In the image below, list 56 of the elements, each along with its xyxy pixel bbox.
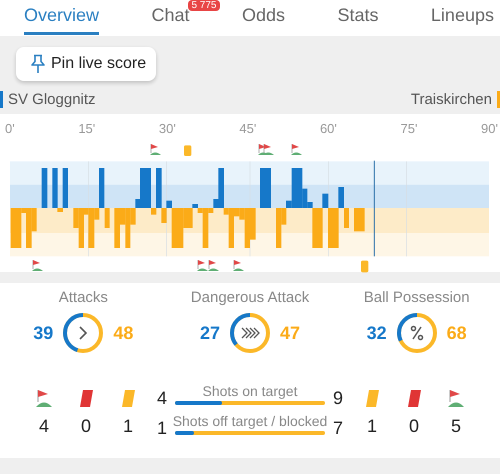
away-shots-value: 9 [332,388,344,410]
home-stat-value: 39 [33,322,54,344]
minute-label: 15' [78,121,96,138]
home-event-count: 4 [38,416,50,436]
away-stat-value: 68 [446,322,467,344]
booking-card-icon [366,390,378,407]
minute-label: 60' [320,121,337,138]
tab[interactable]: Stats [337,0,378,35]
unread-badge: 5 775 [188,0,220,11]
booking-card-icon [122,390,134,407]
tab[interactable]: Lineups [430,0,494,35]
away-team-name: Traiskirchen [410,91,500,108]
home-shots-value: 4 [156,388,168,410]
percent-ring-icon [394,311,439,355]
corner-flag-icon [291,144,302,155]
home-event-count: 1 [122,416,134,436]
shots-label: Shots on target [202,383,298,399]
pin-live-score-button[interactable]: Pin live score [16,47,156,81]
home-event-count: 0 [80,416,92,436]
away-stat-value: 47 [280,322,300,344]
stat-label: Attacks [58,289,108,306]
chevron-ring-icon [61,311,106,355]
sending-off-card-icon [80,390,92,407]
tab[interactable]: Overview [24,0,100,35]
home-stat-value: 32 [366,322,387,344]
minute-label: 90' [481,121,498,138]
away-event-count: 1 [366,416,378,436]
away-event-count: 0 [408,416,420,436]
corner-flag-icon [197,260,208,271]
booking-card-icon [184,145,192,156]
booking-card-icon [361,260,368,272]
minute-label: 45' [239,121,256,138]
corner-flag-icon [263,144,274,155]
corner-flag-icon [448,390,464,407]
away-event-count: 5 [450,416,462,436]
minute-label: 75' [400,121,418,138]
away-shots-value: 7 [332,418,344,440]
corner-flag-icon [36,390,52,407]
stat-label: Ball Possession [364,289,470,306]
minute-label: 0' [5,121,15,138]
corner-flag-icon [32,260,43,271]
home-stat-value: 27 [200,322,220,344]
home-team-name: SV Gloggnitz [0,91,96,108]
home-shots-value: 1 [156,418,168,440]
corner-flag-icon [150,144,161,155]
away-stat-value: 48 [113,322,134,344]
sending-off-card-icon [408,390,420,407]
pin-icon [30,54,46,74]
corner-flag-icon [233,260,244,271]
corner-flag-icon [208,260,219,271]
shots-label: Shots off target / blocked [172,413,328,429]
tab[interactable]: Odds [242,0,285,35]
triple-chevron-ring-icon [228,311,272,355]
tab[interactable]: Chat [151,0,190,35]
minute-label: 30' [158,121,176,138]
stat-label: Dangerous Attack [190,289,310,306]
